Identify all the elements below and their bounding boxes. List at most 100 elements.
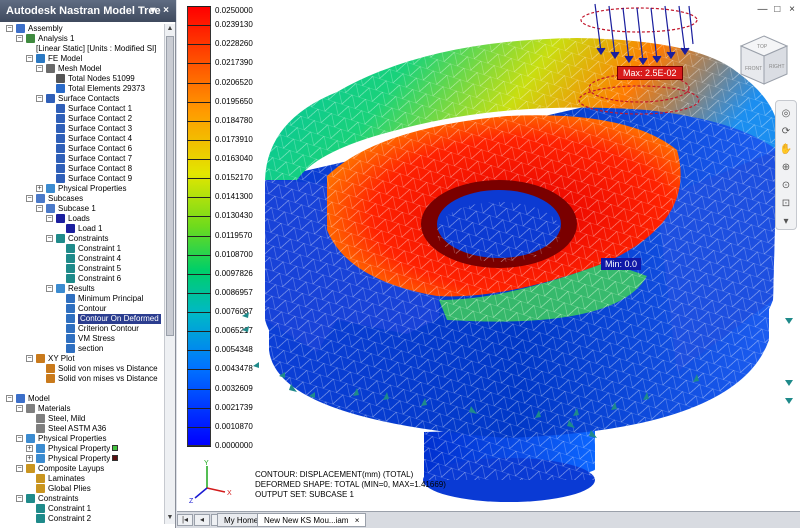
tree-item[interactable]: − Subcase 1 <box>0 204 164 214</box>
tree-item[interactable]: Constraint 5 <box>0 264 164 274</box>
tree-item[interactable]: Contour <box>0 304 164 314</box>
pan-icon[interactable]: ✋ <box>779 143 793 157</box>
tree-item[interactable]: Constraint 1 <box>0 504 164 514</box>
tree-item[interactable]: [Linear Static] [Units : Modified SI] <box>0 44 164 54</box>
tree-item[interactable] <box>0 384 164 394</box>
zoom-icon[interactable]: ⊕ <box>779 161 793 175</box>
tree-item[interactable]: Surface Contact 9 <box>0 174 164 184</box>
scrollbar-thumb[interactable] <box>166 36 174 336</box>
expand-icon[interactable]: + <box>36 185 43 192</box>
tree-item[interactable]: − Model <box>0 394 164 404</box>
tree-item[interactable]: Constraint 2 <box>0 514 164 524</box>
tree-item[interactable]: Steel, Mild <box>0 414 164 424</box>
tree-item[interactable]: section <box>0 344 164 354</box>
tree-item[interactable]: Constraint 4 <box>0 254 164 264</box>
tree-item[interactable]: Surface Contact 1 <box>0 104 164 114</box>
tree-item[interactable]: Laminates <box>0 474 164 484</box>
tree-item[interactable]: + Physical Property 1 <box>0 444 164 454</box>
result-icon <box>66 304 75 313</box>
tree-item[interactable]: Total Elements 29373 <box>0 84 164 94</box>
nav-menu-icon[interactable]: ▾ <box>779 215 793 229</box>
tree-item[interactable]: − Materials <box>0 404 164 414</box>
tree-item[interactable]: VM Stress <box>0 334 164 344</box>
collapse-icon[interactable]: − <box>26 55 33 62</box>
tree-item[interactable]: − Surface Contacts <box>0 94 164 104</box>
tree-item-label: Constraint 1 <box>78 244 122 253</box>
collapse-icon[interactable]: − <box>26 355 33 362</box>
tree-item[interactable]: Constraint 1 <box>0 244 164 254</box>
tree-item[interactable]: Surface Contact 4 <box>0 134 164 144</box>
tree-item[interactable]: Minimum Principal <box>0 294 164 304</box>
tree-item[interactable]: − Constraints <box>0 494 164 504</box>
tree-item[interactable]: Global Plies <box>0 484 164 494</box>
collapse-icon[interactable]: − <box>16 495 23 502</box>
tree-item[interactable]: Surface Contact 8 <box>0 164 164 174</box>
expand-icon[interactable]: + <box>26 455 33 462</box>
tree-item[interactable]: − Mesh Model <box>0 64 164 74</box>
tree-item[interactable]: Contour On Deformed <box>0 314 164 324</box>
tree-item[interactable]: − Analysis 1 <box>0 34 164 44</box>
collapse-icon[interactable]: − <box>16 405 23 412</box>
tree-item[interactable]: + Physical Property 2 <box>0 454 164 464</box>
tree-item[interactable]: Surface Contact 7 <box>0 154 164 164</box>
tree-item[interactable]: − Results <box>0 284 164 294</box>
tree-scrollbar[interactable]: ▲ ▼ <box>164 24 175 524</box>
panel-close-icon[interactable]: × <box>160 4 172 17</box>
tab-active-model[interactable]: New New KS Mou...iam × <box>257 513 367 527</box>
tree-item[interactable]: − Composite Layups <box>0 464 164 474</box>
tab-first-icon[interactable]: |◂ <box>177 514 193 526</box>
collapse-icon[interactable]: − <box>16 465 23 472</box>
collapse-icon[interactable]: − <box>6 25 13 32</box>
collapse-icon[interactable]: − <box>46 285 53 292</box>
tree-item[interactable]: − XY Plot <box>0 354 164 364</box>
collapse-icon[interactable]: − <box>46 215 53 222</box>
collapse-icon[interactable]: − <box>26 195 33 202</box>
collapse-icon[interactable]: − <box>36 205 43 212</box>
close-icon[interactable]: × <box>786 4 798 15</box>
tree-item[interactable]: − Physical Properties <box>0 434 164 444</box>
tab-prev-icon[interactable]: ◂ <box>194 514 210 526</box>
expand-icon[interactable]: + <box>26 445 33 452</box>
tree-item[interactable]: Solid von mises vs Distance <box>0 374 164 384</box>
tab-close-icon[interactable]: × <box>355 516 360 525</box>
steering-wheel-icon[interactable]: ◎ <box>779 107 793 121</box>
tree-item[interactable]: + Physical Properties <box>0 184 164 194</box>
graphics-viewport[interactable]: 0.0250000 0.0239130 0.0228260 0.0217390 0.02… <box>177 0 800 511</box>
tree-item[interactable]: − Subcases <box>0 194 164 204</box>
tree-item-label: Solid von mises vs Distance <box>58 364 158 373</box>
tree-item[interactable]: Total Nodes 51099 <box>0 74 164 84</box>
axis-y-label: Y <box>204 460 209 467</box>
collapse-icon[interactable]: − <box>46 235 53 242</box>
maximize-icon[interactable]: □ <box>771 4 783 15</box>
collapse-icon[interactable]: − <box>6 395 13 402</box>
collapse-icon[interactable]: − <box>16 35 23 42</box>
tree-item[interactable]: Surface Contact 3 <box>0 124 164 134</box>
tree-item[interactable]: − FE Model <box>0 54 164 64</box>
fe-model-render[interactable] <box>177 0 800 511</box>
tree-item[interactable]: Surface Contact 2 <box>0 114 164 124</box>
tree-item[interactable]: − Constraints <box>0 234 164 244</box>
orbit-free-icon[interactable]: ⊙ <box>779 179 793 193</box>
collapse-icon[interactable]: − <box>16 435 23 442</box>
property-icon <box>36 454 45 463</box>
composite-icon <box>26 464 35 473</box>
tree-item-label: Contour On Deformed <box>78 314 161 324</box>
tree-item[interactable]: Load 1 <box>0 224 164 234</box>
minimize-icon[interactable]: — <box>756 4 768 15</box>
tree-item[interactable]: − Assembly <box>0 24 164 34</box>
tree-item[interactable]: Solid von mises vs Distance <box>0 364 164 374</box>
viewcube-icon[interactable]: TOP FRONT RIGHT <box>737 32 791 88</box>
tree-item[interactable]: Steel ASTM A36 <box>0 424 164 434</box>
subcases-icon <box>36 194 45 203</box>
scroll-up-icon[interactable]: ▲ <box>165 24 175 34</box>
tree-item[interactable]: − Loads <box>0 214 164 224</box>
orbit-icon[interactable]: ⟳ <box>779 125 793 139</box>
tree-item[interactable]: Surface Contact 6 <box>0 144 164 154</box>
look-at-icon[interactable]: ⊡ <box>779 197 793 211</box>
collapse-icon[interactable]: − <box>36 95 43 102</box>
scroll-down-icon[interactable]: ▼ <box>165 513 175 523</box>
panel-menu-icon[interactable]: ▾ <box>147 4 159 17</box>
tree-item[interactable]: Criterion Contour <box>0 324 164 334</box>
collapse-icon[interactable]: − <box>36 65 43 72</box>
tree-item[interactable]: Constraint 6 <box>0 274 164 284</box>
